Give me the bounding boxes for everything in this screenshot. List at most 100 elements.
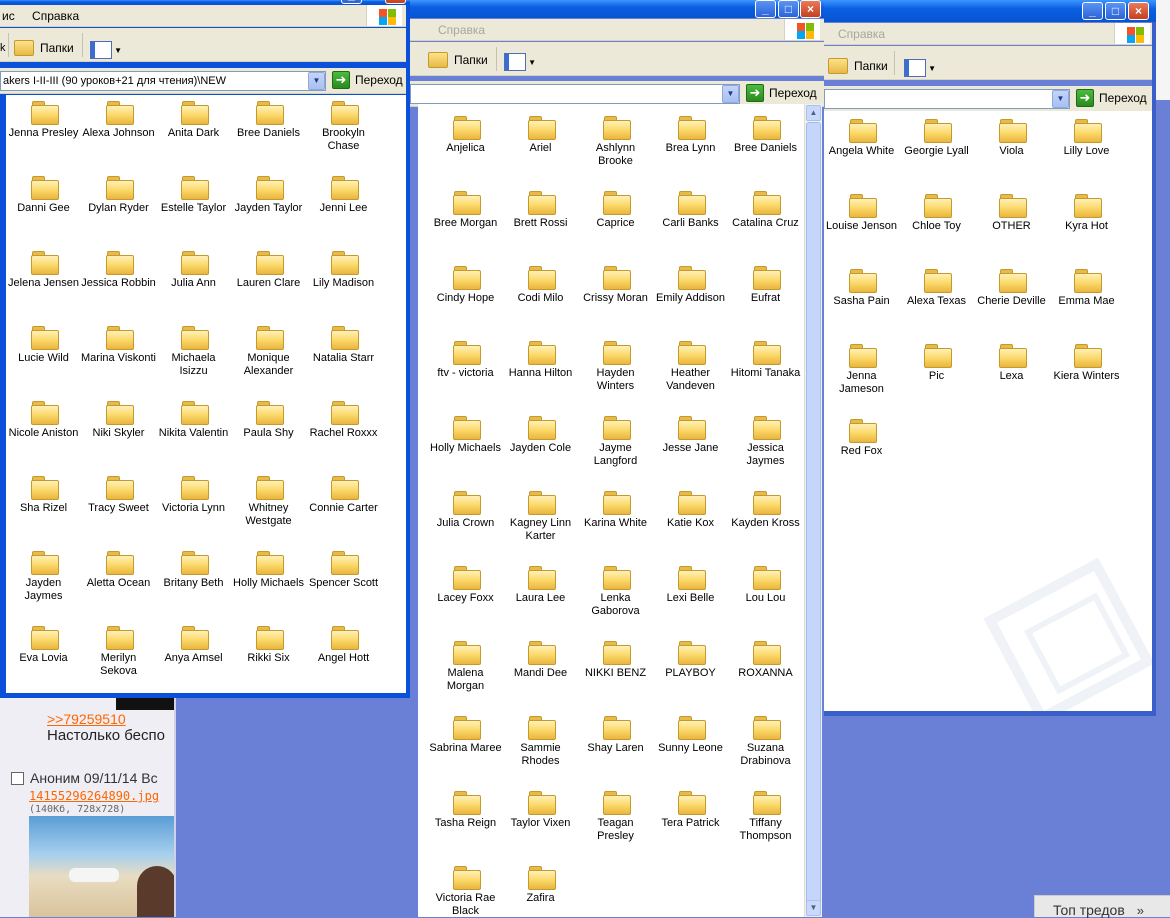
folder-item-eufrat[interactable]: Eufrat bbox=[728, 266, 803, 305]
minimize-button[interactable]: _ bbox=[1082, 2, 1103, 20]
address-dropdown-button[interactable]: ▼ bbox=[1052, 90, 1069, 108]
folder-item-jelena-jensen[interactable]: Jelena Jensen bbox=[6, 251, 81, 290]
folder-item-viola[interactable]: Viola bbox=[974, 119, 1049, 158]
folder-item-sasha-pain[interactable]: Sasha Pain bbox=[824, 269, 899, 308]
close-button[interactable]: × bbox=[385, 0, 406, 4]
folder-item-michaela-isizzu[interactable]: Michaela Isizzu bbox=[156, 326, 231, 378]
folder-item-alexa-texas[interactable]: Alexa Texas bbox=[899, 269, 974, 308]
menu-service[interactable]: ис bbox=[2, 9, 15, 23]
folder-item-sha-rizel[interactable]: Sha Rizel bbox=[6, 476, 81, 515]
close-button[interactable]: × bbox=[800, 0, 821, 18]
maximize-button[interactable]: □ bbox=[778, 0, 799, 18]
folder-item-lou-lou[interactable]: Lou Lou bbox=[728, 566, 803, 605]
folder-item-brea-lynn[interactable]: Brea Lynn bbox=[653, 116, 728, 155]
folder-item-lilly-love[interactable]: Lilly Love bbox=[1049, 119, 1124, 158]
folder-item-jenna-jameson[interactable]: Jenna Jameson bbox=[824, 344, 899, 396]
folder-item-lacey-foxx[interactable]: Lacey Foxx bbox=[428, 566, 503, 605]
folder-item-lenka-gaborova[interactable]: Lenka Gaborova bbox=[578, 566, 653, 618]
close-button[interactable]: × bbox=[1128, 2, 1149, 20]
address-dropdown-button[interactable]: ▼ bbox=[722, 85, 739, 103]
folder-item-nikita-valentin[interactable]: Nikita Valentin bbox=[156, 401, 231, 440]
folder-item-angel-hott[interactable]: Angel Hott bbox=[306, 626, 381, 665]
post-file-link[interactable]: 14155296264890.jpg bbox=[29, 789, 159, 803]
folder-item-rikki-six[interactable]: Rikki Six bbox=[231, 626, 306, 665]
folder-item-aletta-ocean[interactable]: Aletta Ocean bbox=[81, 551, 156, 590]
folder-item-anjelica[interactable]: Anjelica bbox=[428, 116, 503, 155]
folder-item-eva-lovia[interactable]: Eva Lovia bbox=[6, 626, 81, 665]
folders-button[interactable]: Папки bbox=[428, 52, 488, 68]
folder-item-tasha-reign[interactable]: Tasha Reign bbox=[428, 791, 503, 830]
folder-item-catalina-cruz[interactable]: Catalina Cruz bbox=[728, 191, 803, 230]
folder-item-nikki-benz[interactable]: NIKKI BENZ bbox=[578, 641, 653, 680]
folder-item-estelle-taylor[interactable]: Estelle Taylor bbox=[156, 176, 231, 215]
folder-item-sunny-leone[interactable]: Sunny Leone bbox=[653, 716, 728, 755]
folder-item-ashlynn-brooke[interactable]: Ashlynn Brooke bbox=[578, 116, 653, 168]
folder-item-holly-michaels[interactable]: Holly Michaels bbox=[231, 551, 306, 590]
folder-item-rachel-roxxx[interactable]: Rachel Roxxx bbox=[306, 401, 381, 440]
folder-item-britany-beth[interactable]: Britany Beth bbox=[156, 551, 231, 590]
menu-help[interactable]: Справка bbox=[838, 27, 885, 41]
folder-item-ftv-victoria[interactable]: ftv - victoria bbox=[428, 341, 503, 380]
folder-item-zafira[interactable]: Zafira bbox=[503, 866, 578, 905]
folder-item-malena-morgan[interactable]: Malena Morgan bbox=[428, 641, 503, 693]
scroll-thumb[interactable] bbox=[806, 122, 821, 907]
folder-item-natalia-starr[interactable]: Natalia Starr bbox=[306, 326, 381, 365]
folder-item-caprice[interactable]: Caprice bbox=[578, 191, 653, 230]
folder-item-julia-crown[interactable]: Julia Crown bbox=[428, 491, 503, 530]
folder-item-anita-dark[interactable]: Anita Dark bbox=[156, 101, 231, 140]
folders-button[interactable]: Папки bbox=[14, 40, 74, 56]
folder-item-teagan-presley[interactable]: Teagan Presley bbox=[578, 791, 653, 843]
folder-item-cherie-deville[interactable]: Cherie Deville bbox=[974, 269, 1049, 308]
menu-help[interactable]: Справка bbox=[32, 9, 79, 23]
folder-item-marina-viskonti[interactable]: Marina Viskonti bbox=[81, 326, 156, 365]
post-photo[interactable] bbox=[29, 816, 174, 917]
folder-item-victoria-rae-black[interactable]: Victoria Rae Black bbox=[428, 866, 503, 917]
title-bar[interactable]: _ × bbox=[0, 0, 410, 4]
folder-item-lily-madison[interactable]: Lily Madison bbox=[306, 251, 381, 290]
title-bar[interactable]: _ □ × bbox=[410, 0, 824, 18]
folder-item-nicole-aniston[interactable]: Nicole Aniston bbox=[6, 401, 81, 440]
post-select-checkbox[interactable] bbox=[11, 771, 24, 785]
folder-item-spencer-scott[interactable]: Spencer Scott bbox=[306, 551, 381, 590]
folder-item-jayme-langford[interactable]: Jayme Langford bbox=[578, 416, 653, 468]
folder-item-lexa[interactable]: Lexa bbox=[974, 344, 1049, 383]
folder-item-victoria-lynn[interactable]: Victoria Lynn bbox=[156, 476, 231, 515]
views-button[interactable]: ▼ bbox=[88, 40, 122, 60]
folder-item-brookyln-chase[interactable]: Brookyln Chase bbox=[306, 101, 381, 153]
top-threads-bar[interactable]: Топ тредов » bbox=[1034, 895, 1170, 918]
folder-item-roxanna[interactable]: ROXANNA bbox=[728, 641, 803, 680]
folder-item-brett-rossi[interactable]: Brett Rossi bbox=[503, 191, 578, 230]
folder-item-georgie-lyall[interactable]: Georgie Lyall bbox=[899, 119, 974, 158]
folder-item-hayden-winters[interactable]: Hayden Winters bbox=[578, 341, 653, 393]
folder-item-suzana-drabinova[interactable]: Suzana Drabinova bbox=[728, 716, 803, 768]
folder-item-tracy-sweet[interactable]: Tracy Sweet bbox=[81, 476, 156, 515]
go-button[interactable]: ➜ Переход bbox=[1076, 89, 1147, 107]
go-button[interactable]: ➜ Переход bbox=[746, 84, 817, 102]
folder-item-angela-white[interactable]: Angela White bbox=[824, 119, 899, 158]
folder-item-tera-patrick[interactable]: Tera Patrick bbox=[653, 791, 728, 830]
folder-item-jessica-robbin[interactable]: Jessica Robbin bbox=[81, 251, 156, 290]
folder-item-connie-carter[interactable]: Connie Carter bbox=[306, 476, 381, 515]
folder-item-jenni-lee[interactable]: Jenni Lee bbox=[306, 176, 381, 215]
folder-item-emily-addison[interactable]: Emily Addison bbox=[653, 266, 728, 305]
vertical-scrollbar[interactable]: ▲ ▼ bbox=[804, 104, 822, 917]
folder-item-danni-gee[interactable]: Danni Gee bbox=[6, 176, 81, 215]
views-button[interactable]: ▼ bbox=[902, 58, 936, 78]
folder-item-carli-banks[interactable]: Carli Banks bbox=[653, 191, 728, 230]
folder-item-paula-shy[interactable]: Paula Shy bbox=[231, 401, 306, 440]
folder-item-hitomi-tanaka[interactable]: Hitomi Tanaka bbox=[728, 341, 803, 380]
folder-item-shay-laren[interactable]: Shay Laren bbox=[578, 716, 653, 755]
folders-button[interactable]: Папки bbox=[828, 58, 888, 74]
folder-item-karina-white[interactable]: Karina White bbox=[578, 491, 653, 530]
folder-item-bree-morgan[interactable]: Bree Morgan bbox=[428, 191, 503, 230]
folder-item-heather-vandeven[interactable]: Heather Vandeven bbox=[653, 341, 728, 393]
menu-help[interactable]: Справка bbox=[438, 23, 485, 37]
folder-item-julia-ann[interactable]: Julia Ann bbox=[156, 251, 231, 290]
folder-item-dylan-ryder[interactable]: Dylan Ryder bbox=[81, 176, 156, 215]
folder-item-playboy[interactable]: PLAYBOY bbox=[653, 641, 728, 680]
address-dropdown-button[interactable]: ▼ bbox=[308, 72, 325, 90]
folder-item-merilyn-sekova[interactable]: Merilyn Sekova bbox=[81, 626, 156, 678]
minimize-button[interactable]: _ bbox=[755, 0, 776, 18]
folder-item-lauren-clare[interactable]: Lauren Clare bbox=[231, 251, 306, 290]
folder-item-crissy-moran[interactable]: Crissy Moran bbox=[578, 266, 653, 305]
